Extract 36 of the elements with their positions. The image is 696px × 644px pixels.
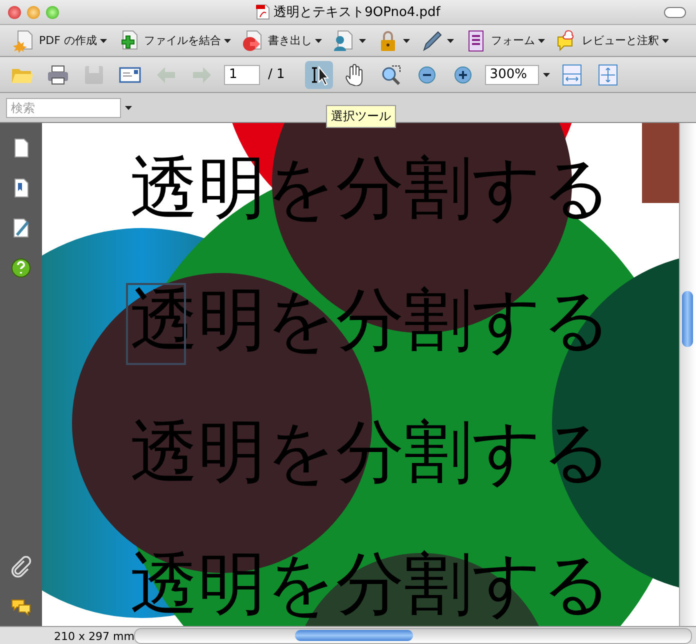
caret-icon	[358, 38, 366, 42]
caret-icon	[125, 106, 132, 110]
caret-icon	[538, 38, 545, 42]
scrollbar-thumb[interactable]	[682, 291, 693, 347]
caret-icon	[446, 38, 454, 42]
page-count: / 1	[268, 67, 285, 82]
pdf-file-icon	[256, 4, 270, 20]
close-button[interactable]	[8, 6, 21, 18]
caret-icon	[662, 38, 669, 42]
toolbar-button[interactable]: レビューと注釈	[554, 28, 669, 52]
toolbar-toggle-button[interactable]	[664, 6, 686, 18]
toolbar-button[interactable]: PDF の作成	[12, 28, 107, 52]
caret-icon	[542, 72, 550, 76]
paperclip-icon[interactable]	[10, 556, 32, 578]
page-number-field[interactable]: 1	[224, 64, 260, 84]
tool-button[interactable]	[304, 60, 333, 88]
minus-icon	[416, 64, 438, 86]
toolbar-button[interactable]	[332, 28, 366, 52]
printer-icon	[47, 64, 69, 86]
zoom-field[interactable]: 300%	[484, 64, 539, 84]
plus-icon	[452, 64, 474, 86]
caret-icon	[100, 38, 107, 42]
toolbar-button[interactable]: フォーム	[464, 28, 545, 52]
window-title: 透明とテキスト9OPno4.pdf	[274, 4, 440, 21]
toolbar-button[interactable]: ファイルを結合	[116, 28, 231, 52]
tooltip: 選択ツール	[326, 105, 396, 128]
fit-page-icon	[596, 64, 619, 86]
help-icon[interactable]	[10, 257, 32, 279]
caret-icon	[224, 38, 231, 42]
caret-icon	[314, 38, 322, 42]
magnifier-icon	[380, 64, 402, 86]
search-field[interactable]: 検索	[6, 98, 121, 118]
caret-icon	[402, 38, 410, 42]
fit-width-icon	[560, 64, 583, 86]
scrollbar-thumb[interactable]	[295, 630, 413, 641]
toolbar-button[interactable]: 書き出し	[240, 28, 322, 52]
